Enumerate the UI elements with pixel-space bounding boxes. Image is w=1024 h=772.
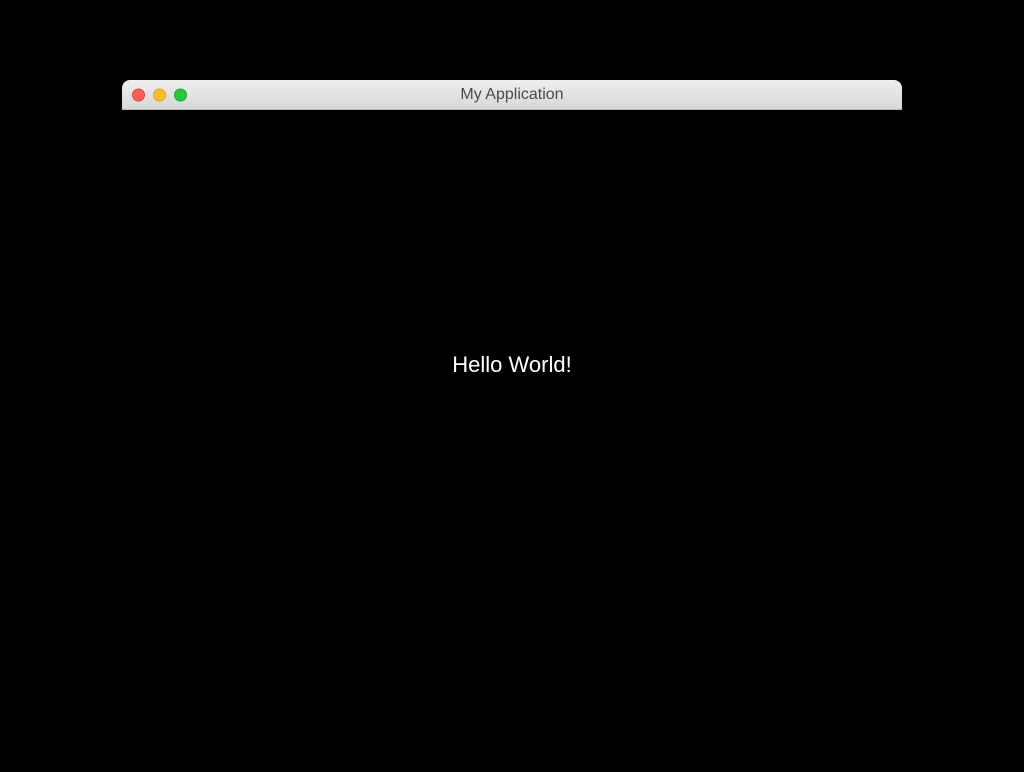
window-title: My Application [122,86,902,104]
content-area: Hello World! [122,110,902,620]
hello-world-label: Hello World! [452,352,571,378]
minimize-button[interactable] [153,88,166,101]
close-button[interactable] [132,88,145,101]
titlebar: My Application [122,80,902,110]
maximize-button[interactable] [174,88,187,101]
app-window: My Application Hello World! [122,80,902,620]
traffic-lights [132,88,187,101]
